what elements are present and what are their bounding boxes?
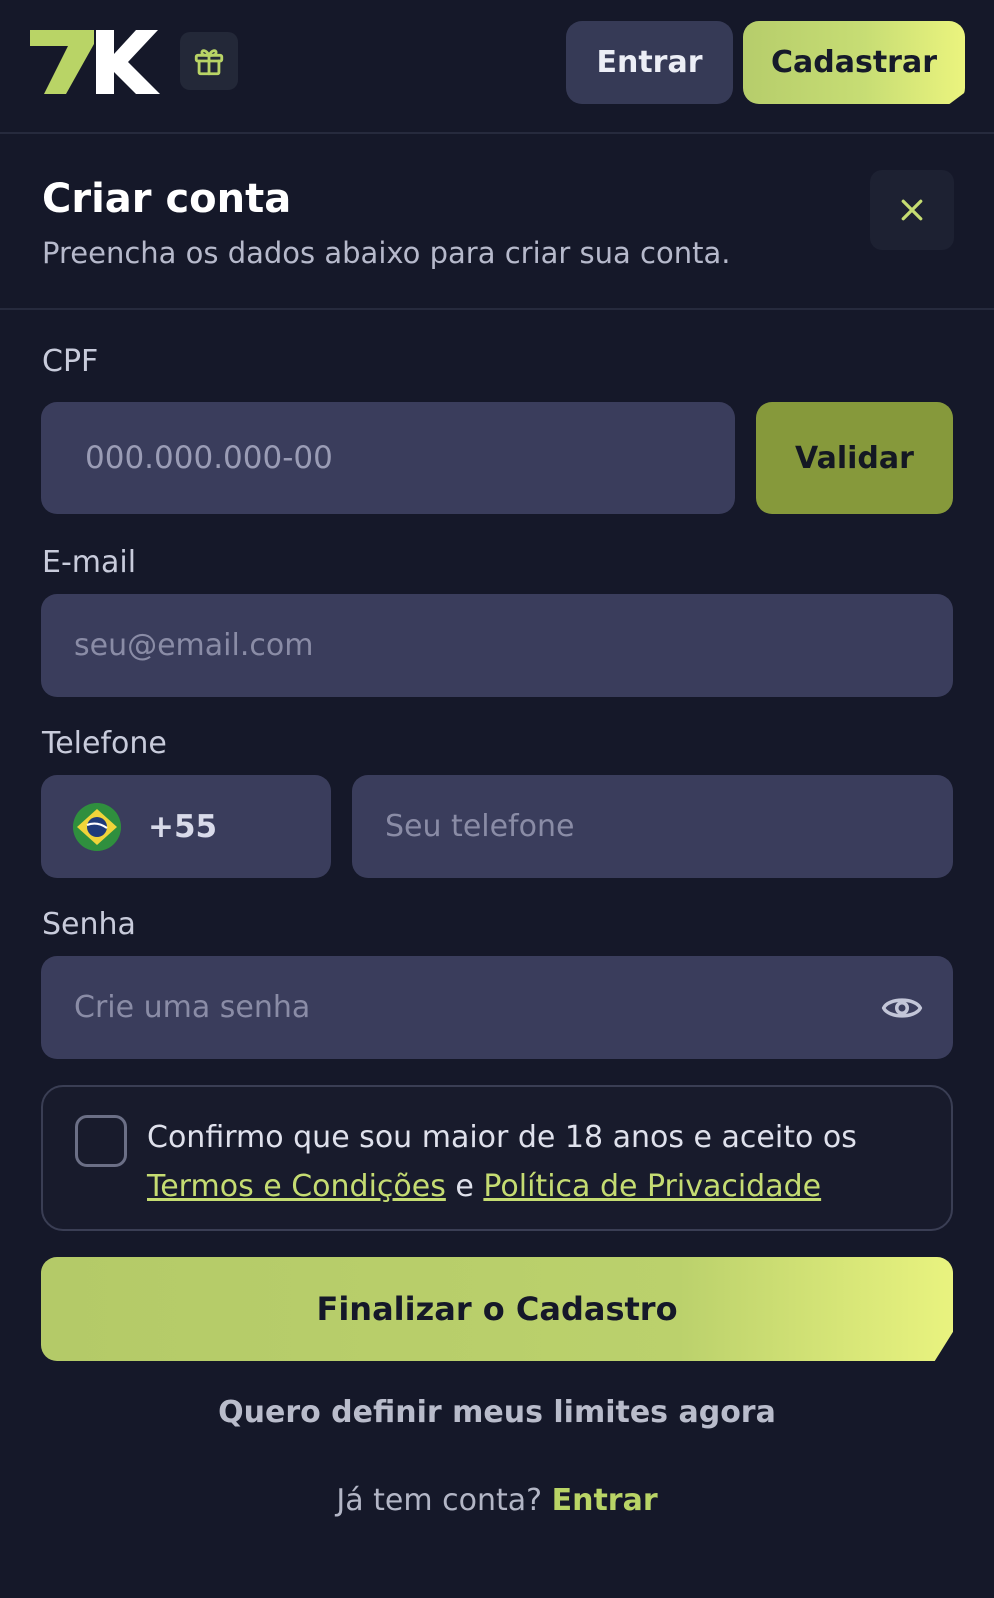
phone-input[interactable]: Seu telefone (352, 775, 953, 878)
brand-logo[interactable] (30, 30, 162, 94)
email-placeholder: seu@email.com (74, 628, 314, 663)
register-button[interactable]: Cadastrar (743, 21, 965, 104)
login-link[interactable]: Entrar (552, 1483, 658, 1518)
privacy-link[interactable]: Política de Privacidade (483, 1169, 821, 1204)
password-input[interactable]: Crie uma senha (41, 956, 953, 1059)
email-label: E-mail (42, 545, 137, 580)
cpf-placeholder: 000.000.000-00 (85, 440, 333, 476)
terms-consent: Confirmo que sou maior de 18 anos e acei… (41, 1085, 953, 1231)
terms-intro: Confirmo que sou maior de 18 anos e acei… (147, 1120, 857, 1155)
login-prompt-text: Já tem conta? (336, 1483, 543, 1518)
cpf-input[interactable]: 000.000.000-00 (41, 402, 735, 514)
page-title: Criar conta (42, 176, 292, 222)
validate-cpf-button[interactable]: Validar (756, 402, 953, 514)
close-button[interactable] (870, 170, 954, 250)
cpf-label: CPF (42, 344, 99, 379)
password-label: Senha (42, 907, 136, 942)
page-subtitle: Preencha os dados abaixo para criar sua … (42, 236, 731, 270)
brazil-flag-icon (73, 802, 121, 851)
phone-placeholder: Seu telefone (385, 809, 575, 844)
terms-conjunction: e (445, 1169, 484, 1204)
terms-text: Confirmo que sou maior de 18 anos e acei… (147, 1113, 937, 1211)
signup-page: Entrar Cadastrar Criar conta Preencha os… (0, 0, 994, 1598)
top-bar: Entrar Cadastrar (0, 0, 994, 134)
country-code-select[interactable]: +55 (41, 775, 331, 878)
email-input[interactable]: seu@email.com (41, 594, 953, 697)
age-terms-checkbox[interactable] (75, 1115, 127, 1167)
eye-icon[interactable] (881, 987, 923, 1029)
finish-signup-button[interactable]: Finalizar o Cadastro (41, 1257, 953, 1361)
phone-label: Telefone (42, 726, 167, 761)
signup-header: Criar conta Preencha os dados abaixo par… (0, 136, 994, 310)
close-icon (901, 199, 923, 221)
password-placeholder: Crie uma senha (74, 990, 311, 1025)
country-code: +55 (148, 808, 218, 845)
gift-button[interactable] (180, 32, 238, 90)
set-limits-link[interactable]: Quero definir meus limites agora (0, 1395, 994, 1430)
login-prompt: Já tem conta? Entrar (0, 1483, 994, 1518)
terms-link[interactable]: Termos e Condições (147, 1169, 446, 1204)
gift-icon (194, 49, 224, 76)
login-button[interactable]: Entrar (566, 21, 733, 104)
